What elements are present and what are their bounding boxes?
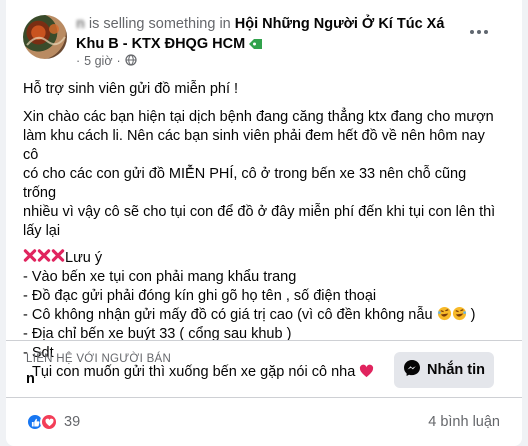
messenger-icon	[403, 359, 421, 381]
author-name[interactable]: n	[76, 16, 85, 32]
cross-mark-icon	[23, 249, 37, 266]
price-tag-icon	[248, 37, 264, 57]
note-line: - Đồ đạc gửi phải đóng kín ghi gõ họ tên…	[23, 288, 377, 304]
paragraph-line: nhiều vì vậy cô sẽ cho tụi con để đồ ở đ…	[23, 204, 496, 220]
globe-icon	[125, 53, 137, 69]
note-suffix: )	[470, 307, 476, 323]
comment-count-link[interactable]: 4 bình luận	[428, 414, 500, 430]
more-dot-icon	[477, 30, 481, 34]
note-line: - Vào bến xe tụi con phải mang khẩu tran…	[23, 269, 297, 285]
post-meta: · 5 giờ ·	[76, 53, 137, 69]
marketplace-post-card: n is selling something in Hội Những Ngườ…	[6, 0, 522, 446]
post-body: Hỗ trợ sinh viên gửi đồ miễn phí ! Xin c…	[23, 80, 503, 382]
send-message-label: Nhắn tin	[427, 362, 485, 378]
post-header: n is selling something in Hội Những Ngườ…	[6, 0, 522, 74]
dot-separator: ·	[76, 54, 81, 68]
post-title: Hỗ trợ sinh viên gửi đồ miễn phí !	[23, 81, 239, 97]
author-avatar[interactable]	[23, 15, 67, 59]
note-line: - Cô không nhận gửi mấy đồ có giá trị ca…	[23, 306, 503, 325]
more-dot-icon	[470, 30, 474, 34]
note-heading: Lưu ý	[65, 250, 103, 266]
paragraph-line: làm khu cách li. Nên các bạn sinh viên p…	[23, 128, 485, 163]
rofl-emoji-icon	[452, 306, 467, 323]
paragraph-line: Xin chào các bạn hiện tại dịch bệnh đang…	[23, 109, 494, 125]
paragraph-line: lấy lại	[23, 223, 61, 239]
send-message-button[interactable]: Nhắn tin	[394, 352, 494, 388]
dot-separator: ·	[116, 54, 121, 68]
reaction-count: 39	[64, 414, 81, 430]
love-reaction-icon	[40, 413, 58, 431]
cross-mark-icon	[37, 249, 51, 266]
note-heading-line: Lưu ý	[23, 249, 503, 268]
seller-contact-section: Liên hệ với người bán n Nhắn tin	[6, 340, 522, 397]
more-dot-icon	[484, 30, 488, 34]
selling-text: is selling something in	[84, 16, 235, 32]
rofl-emoji-icon	[437, 306, 452, 323]
note-text: - Cô không nhận gửi mấy đồ có giá trị ca…	[23, 307, 433, 323]
seller-name[interactable]: n	[26, 371, 35, 387]
paragraph-line: có cho các con gửi đồ MIỄN PHÍ, cô ở tro…	[23, 166, 467, 201]
avatar-image	[26, 24, 66, 46]
post-header-text: n is selling something in Hội Những Ngườ…	[76, 14, 476, 57]
post-timestamp[interactable]: 5 giờ	[84, 54, 112, 68]
seller-contact-label: Liên hệ với người bán	[26, 353, 172, 365]
more-options-button[interactable]	[464, 22, 494, 42]
cross-mark-icon	[51, 249, 65, 266]
post-footer: 39 4 bình luận	[6, 397, 522, 446]
reactions-summary[interactable]: 39	[26, 413, 80, 431]
